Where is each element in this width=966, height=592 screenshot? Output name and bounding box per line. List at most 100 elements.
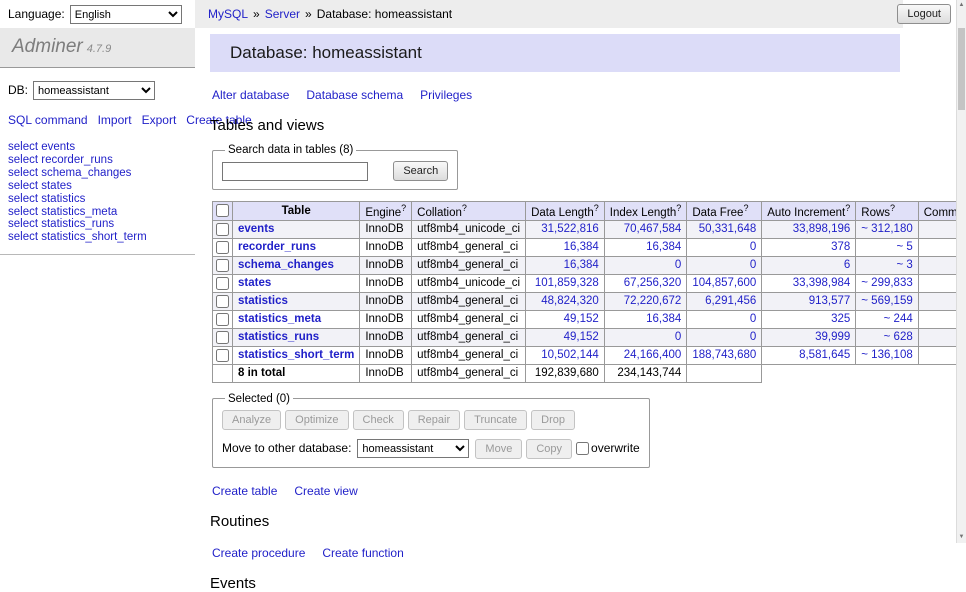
auto-increment-link[interactable]: 378: [831, 241, 850, 253]
vertical-scrollbar[interactable]: ▲ ▼: [956, 0, 966, 543]
optimize-button[interactable]: Optimize: [285, 410, 348, 430]
link-select-recorder-runs[interactable]: select recorder_runs: [8, 154, 187, 167]
table-name-link[interactable]: events: [238, 223, 274, 235]
table-name-link[interactable]: schema_changes: [238, 259, 334, 271]
data-free-link[interactable]: 0: [750, 241, 756, 253]
data-length-link[interactable]: 101,859,328: [535, 277, 599, 289]
row-checkbox[interactable]: [216, 241, 229, 254]
index-length-link[interactable]: 16,384: [646, 313, 681, 325]
table-name-link[interactable]: recorder_runs: [238, 241, 316, 253]
data-length-link[interactable]: 10,502,144: [541, 349, 599, 361]
row-checkbox[interactable]: [216, 349, 229, 362]
index-length-link[interactable]: 70,467,584: [624, 223, 682, 235]
data-length-link[interactable]: 48,824,320: [541, 295, 599, 307]
table-name-link[interactable]: statistics_short_term: [238, 349, 354, 361]
row-checkbox[interactable]: [216, 331, 229, 344]
row-checkbox[interactable]: [216, 223, 229, 236]
rows-link[interactable]: ~ 569,159: [861, 295, 912, 307]
rows-link[interactable]: ~ 3: [896, 259, 912, 271]
link-database-schema[interactable]: Database schema: [306, 88, 403, 102]
data-free-link[interactable]: 0: [750, 331, 756, 343]
table-name-link[interactable]: statistics: [238, 295, 288, 307]
link-create-table[interactable]: Create table: [212, 484, 277, 498]
auto-increment-link[interactable]: 913,577: [809, 295, 851, 307]
breadcrumb-server-link[interactable]: Server: [265, 7, 300, 21]
copy-button[interactable]: Copy: [526, 439, 572, 459]
truncate-button[interactable]: Truncate: [464, 410, 527, 430]
link-select-states[interactable]: select states: [8, 180, 187, 193]
column-help-icon[interactable]: ?: [845, 203, 850, 213]
repair-button[interactable]: Repair: [408, 410, 460, 430]
index-length-link[interactable]: 72,220,672: [624, 295, 682, 307]
drop-button[interactable]: Drop: [531, 410, 575, 430]
column-help-icon[interactable]: ?: [743, 203, 748, 213]
data-length-link[interactable]: 49,152: [564, 331, 599, 343]
auto-increment-link[interactable]: 33,898,196: [793, 223, 851, 235]
link-import[interactable]: Import: [98, 113, 132, 127]
data-free-link[interactable]: 50,331,648: [699, 223, 757, 235]
move-button[interactable]: Move: [475, 439, 522, 459]
table-name-link[interactable]: states: [238, 277, 271, 289]
link-create-procedure[interactable]: Create procedure: [212, 546, 305, 560]
data-free-link[interactable]: 104,857,600: [692, 277, 756, 289]
auto-increment-link[interactable]: 39,999: [815, 331, 850, 343]
scrollbar-thumb[interactable]: [958, 28, 965, 110]
auto-increment-link[interactable]: 8,581,645: [799, 349, 850, 361]
link-select-statistics-runs[interactable]: select statistics_runs: [8, 218, 187, 231]
index-length-link[interactable]: 0: [675, 331, 681, 343]
data-free-link[interactable]: 0: [750, 259, 756, 271]
language-select[interactable]: English: [70, 5, 182, 24]
column-help-icon[interactable]: ?: [594, 203, 599, 213]
data-length-link[interactable]: 16,384: [564, 241, 599, 253]
data-length-link[interactable]: 49,152: [564, 313, 599, 325]
auto-increment-link[interactable]: 33,398,984: [793, 277, 851, 289]
index-length-link[interactable]: 0: [675, 259, 681, 271]
data-free-link[interactable]: 6,291,456: [705, 295, 756, 307]
data-length-link[interactable]: 31,522,816: [541, 223, 599, 235]
logout-button[interactable]: Logout: [897, 4, 951, 24]
check-button[interactable]: Check: [353, 410, 404, 430]
column-help-icon[interactable]: ?: [401, 203, 406, 213]
link-select-schema-changes[interactable]: select schema_changes: [8, 167, 187, 180]
data-free-link[interactable]: 0: [750, 313, 756, 325]
link-select-statistics-meta[interactable]: select statistics_meta: [8, 206, 187, 219]
search-input[interactable]: [222, 162, 368, 181]
rows-link[interactable]: ~ 312,180: [861, 223, 912, 235]
overwrite-checkbox[interactable]: [576, 442, 589, 455]
rows-link[interactable]: ~ 136,108: [861, 349, 912, 361]
select-all-checkbox[interactable]: [216, 204, 229, 217]
table-name-link[interactable]: statistics_meta: [238, 313, 321, 325]
index-length-link[interactable]: 24,166,400: [624, 349, 682, 361]
link-alter-database[interactable]: Alter database: [212, 88, 289, 102]
index-length-link[interactable]: 67,256,320: [624, 277, 682, 289]
link-select-statistics-short-term[interactable]: select statistics_short_term: [8, 231, 187, 244]
row-checkbox[interactable]: [216, 277, 229, 290]
link-sql-command[interactable]: SQL command: [8, 113, 88, 127]
rows-link[interactable]: ~ 299,833: [861, 277, 912, 289]
move-db-select[interactable]: homeassistant: [357, 439, 469, 458]
scrollbar-up-icon[interactable]: ▲: [957, 0, 966, 11]
row-checkbox[interactable]: [216, 295, 229, 308]
search-button[interactable]: Search: [393, 161, 448, 181]
scrollbar-down-icon[interactable]: ▼: [957, 532, 966, 543]
breadcrumb-mysql-link[interactable]: MySQL: [208, 7, 248, 21]
link-export[interactable]: Export: [142, 113, 177, 127]
rows-link[interactable]: ~ 5: [896, 241, 912, 253]
row-checkbox[interactable]: [216, 259, 229, 272]
db-select[interactable]: homeassistant: [33, 81, 155, 100]
index-length-link[interactable]: 16,384: [646, 241, 681, 253]
auto-increment-link[interactable]: 6: [844, 259, 850, 271]
analyze-button[interactable]: Analyze: [222, 410, 281, 430]
link-create-view[interactable]: Create view: [294, 484, 357, 498]
column-help-icon[interactable]: ?: [890, 203, 895, 213]
link-privileges[interactable]: Privileges: [420, 88, 472, 102]
row-checkbox[interactable]: [216, 313, 229, 326]
table-name-link[interactable]: statistics_runs: [238, 331, 319, 343]
rows-link[interactable]: ~ 628: [884, 331, 913, 343]
link-create-function[interactable]: Create function: [322, 546, 403, 560]
link-select-events[interactable]: select events: [8, 141, 187, 154]
column-help-icon[interactable]: ?: [462, 203, 467, 213]
rows-link[interactable]: ~ 244: [884, 313, 913, 325]
link-select-statistics[interactable]: select statistics: [8, 193, 187, 206]
auto-increment-link[interactable]: 325: [831, 313, 850, 325]
